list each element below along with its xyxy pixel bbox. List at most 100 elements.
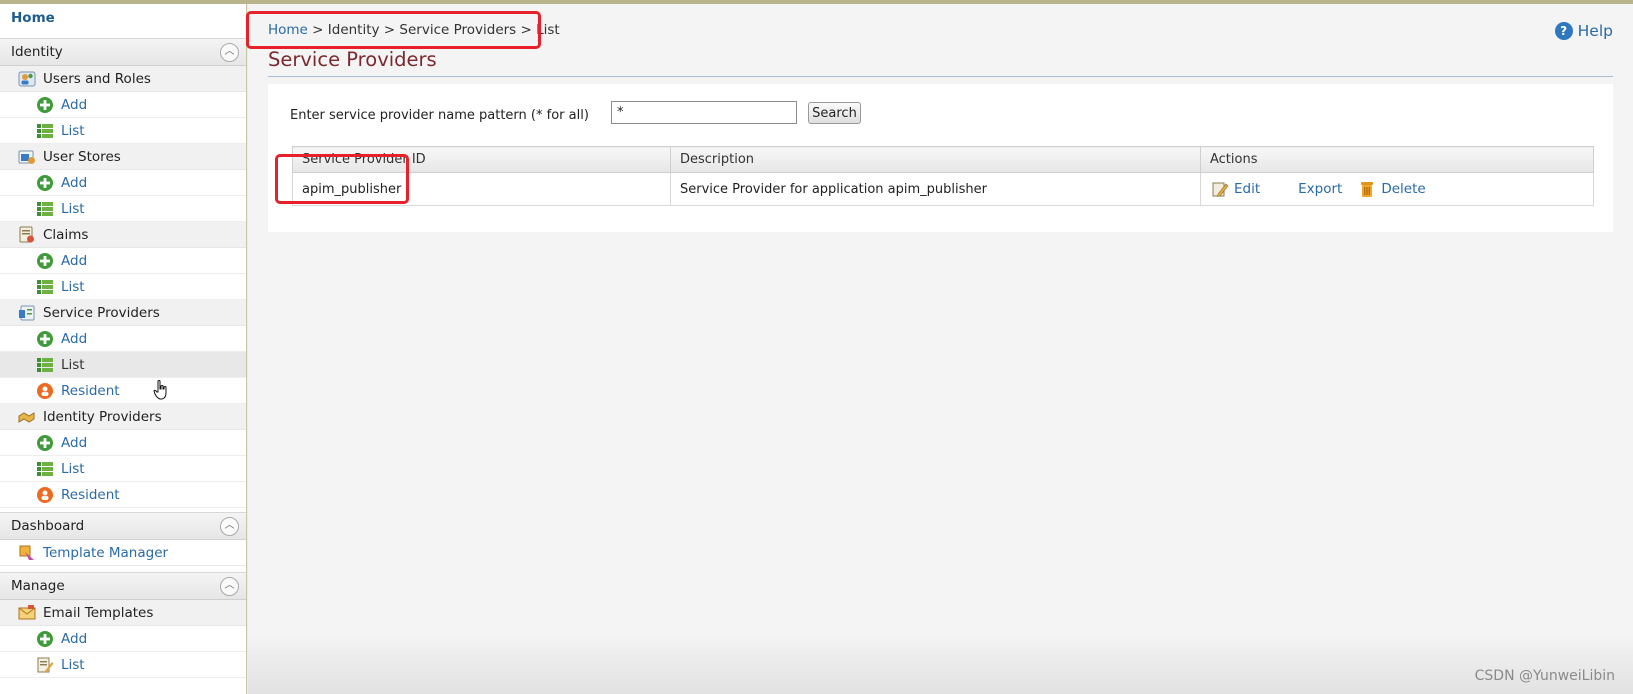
list-icon — [36, 200, 54, 218]
collapse-chevron-up-icon[interactable]: ︿ — [220, 516, 239, 536]
watermark: CSDN @YunweiLibin — [1474, 668, 1615, 684]
section-manage[interactable]: Manage ︿ — [0, 572, 246, 600]
sidebar-item-claims-list[interactable]: List — [0, 274, 246, 300]
sidebar-item-user-stores-add[interactable]: Add — [0, 170, 246, 196]
delete-action[interactable]: Delete — [1358, 180, 1426, 198]
add-icon — [36, 434, 54, 452]
sidebar-item-label: Add — [61, 630, 88, 647]
help-link[interactable]: ? Help — [1554, 22, 1613, 40]
email-templates-icon — [18, 604, 36, 622]
sidebar-item-idp-add[interactable]: Add — [0, 430, 246, 456]
sidebar-item-user-stores-list[interactable]: List — [0, 196, 246, 222]
title-divider — [268, 76, 1613, 77]
sidebar-item-sp-resident[interactable]: Resident — [0, 378, 246, 404]
table-header-row: Service Provider ID Description Actions — [292, 146, 1594, 173]
col-header-id: Service Provider ID — [292, 146, 671, 173]
list-icon — [36, 460, 54, 478]
sidebar-item-label: List — [61, 122, 85, 139]
list-icon — [36, 278, 54, 296]
edit-pencil-icon — [1211, 180, 1229, 198]
sidebar-item-sp-list[interactable]: List — [0, 352, 246, 378]
sidebar-item-label: Add — [61, 96, 88, 113]
help-question-icon: ? — [1554, 22, 1573, 40]
col-header-description: Description — [670, 146, 1201, 173]
export-action[interactable]: Export — [1298, 181, 1342, 197]
sidebar-group-identity-providers[interactable]: Identity Providers — [0, 404, 246, 430]
resident-icon — [36, 486, 54, 504]
sidebar-item-idp-list[interactable]: List — [0, 456, 246, 482]
claims-icon — [18, 226, 36, 244]
add-icon — [36, 330, 54, 348]
sidebar-group-label: Users and Roles — [43, 70, 151, 87]
hand-cursor-icon — [153, 380, 169, 400]
cell-description: Service Provider for application apim_pu… — [670, 172, 1201, 206]
section-dashboard[interactable]: Dashboard ︿ — [0, 512, 246, 540]
delete-label: Delete — [1381, 181, 1426, 197]
sidebar-item-label: List — [61, 200, 85, 217]
sidebar-group-label: Service Providers — [43, 304, 160, 321]
users-roles-icon — [18, 70, 36, 88]
breadcrumb-home-link[interactable]: Home — [268, 22, 308, 38]
service-providers-table: Service Provider ID Description Actions … — [292, 146, 1594, 206]
add-icon — [36, 96, 54, 114]
list-icon — [36, 356, 54, 374]
collapse-chevron-up-icon[interactable]: ︿ — [220, 42, 239, 62]
page-title: Service Providers — [268, 48, 437, 71]
sidebar: Home Identity ︿ Users and Roles Add List… — [0, 4, 247, 694]
sidebar-item-label: List — [61, 278, 85, 295]
search-input[interactable] — [611, 101, 797, 124]
section-identity[interactable]: Identity ︿ — [0, 38, 246, 66]
add-icon — [36, 252, 54, 270]
bottom-fade — [248, 634, 1633, 694]
service-providers-icon — [18, 304, 36, 322]
sidebar-group-service-providers[interactable]: Service Providers — [0, 300, 246, 326]
sidebar-item-label: List — [61, 356, 85, 373]
sidebar-item-label: Add — [61, 252, 88, 269]
sidebar-item-idp-resident[interactable]: Resident — [0, 482, 246, 508]
list-icon — [36, 122, 54, 140]
sidebar-item-label: List — [61, 656, 85, 673]
content-panel: Enter service provider name pattern (* f… — [268, 84, 1613, 232]
breadcrumb-path: > Identity > Service Providers > List — [307, 22, 560, 38]
sidebar-group-users-roles[interactable]: Users and Roles — [0, 66, 246, 92]
sidebar-group-label: Email Templates — [43, 604, 154, 621]
help-label: Help — [1577, 22, 1613, 40]
edit-label: Edit — [1234, 181, 1261, 197]
search-label: Enter service provider name pattern (* f… — [290, 108, 589, 123]
sidebar-home-link[interactable]: Home — [0, 4, 246, 38]
edit-action[interactable]: Edit — [1211, 180, 1260, 198]
search-button[interactable]: Search — [808, 102, 861, 124]
sidebar-item-label: Add — [61, 434, 88, 451]
sidebar-group-claims[interactable]: Claims — [0, 222, 246, 248]
breadcrumb: Home > Identity > Service Providers > Li… — [268, 22, 560, 38]
col-header-actions: Actions — [1200, 146, 1594, 173]
main-content: Home > Identity > Service Providers > Li… — [246, 4, 1633, 694]
sidebar-item-users-list[interactable]: List — [0, 118, 246, 144]
sidebar-item-label: Resident — [61, 382, 120, 399]
add-icon — [36, 630, 54, 648]
edit-list-icon — [36, 656, 54, 674]
sidebar-group-email-templates[interactable]: Email Templates — [0, 600, 246, 626]
sidebar-item-email-list[interactable]: List — [0, 652, 246, 678]
sidebar-group-label: Claims — [43, 226, 89, 243]
sidebar-item-label: Resident — [61, 486, 120, 503]
sidebar-item-claims-add[interactable]: Add — [0, 248, 246, 274]
sidebar-group-user-stores[interactable]: User Stores — [0, 144, 246, 170]
sidebar-group-label: Identity Providers — [43, 408, 162, 425]
export-label: Export — [1298, 181, 1343, 197]
template-manager-icon — [18, 544, 36, 562]
cell-sp-id: apim_publisher — [292, 172, 671, 206]
sidebar-item-sp-add[interactable]: Add — [0, 326, 246, 352]
section-identity-title: Identity — [11, 44, 63, 60]
sidebar-item-email-add[interactable]: Add — [0, 626, 246, 652]
sidebar-item-label: Template Manager — [43, 544, 169, 561]
section-manage-title: Manage — [11, 578, 65, 594]
collapse-chevron-up-icon[interactable]: ︿ — [220, 576, 239, 596]
sidebar-item-label: Add — [61, 330, 88, 347]
sidebar-item-label: List — [61, 460, 85, 477]
sidebar-item-template-manager[interactable]: Template Manager — [0, 540, 246, 566]
sidebar-item-users-add[interactable]: Add — [0, 92, 246, 118]
table-row: apim_publisher Service Provider for appl… — [292, 172, 1594, 206]
trash-icon — [1358, 180, 1376, 198]
cell-actions: Edit Export Delete — [1200, 172, 1594, 206]
